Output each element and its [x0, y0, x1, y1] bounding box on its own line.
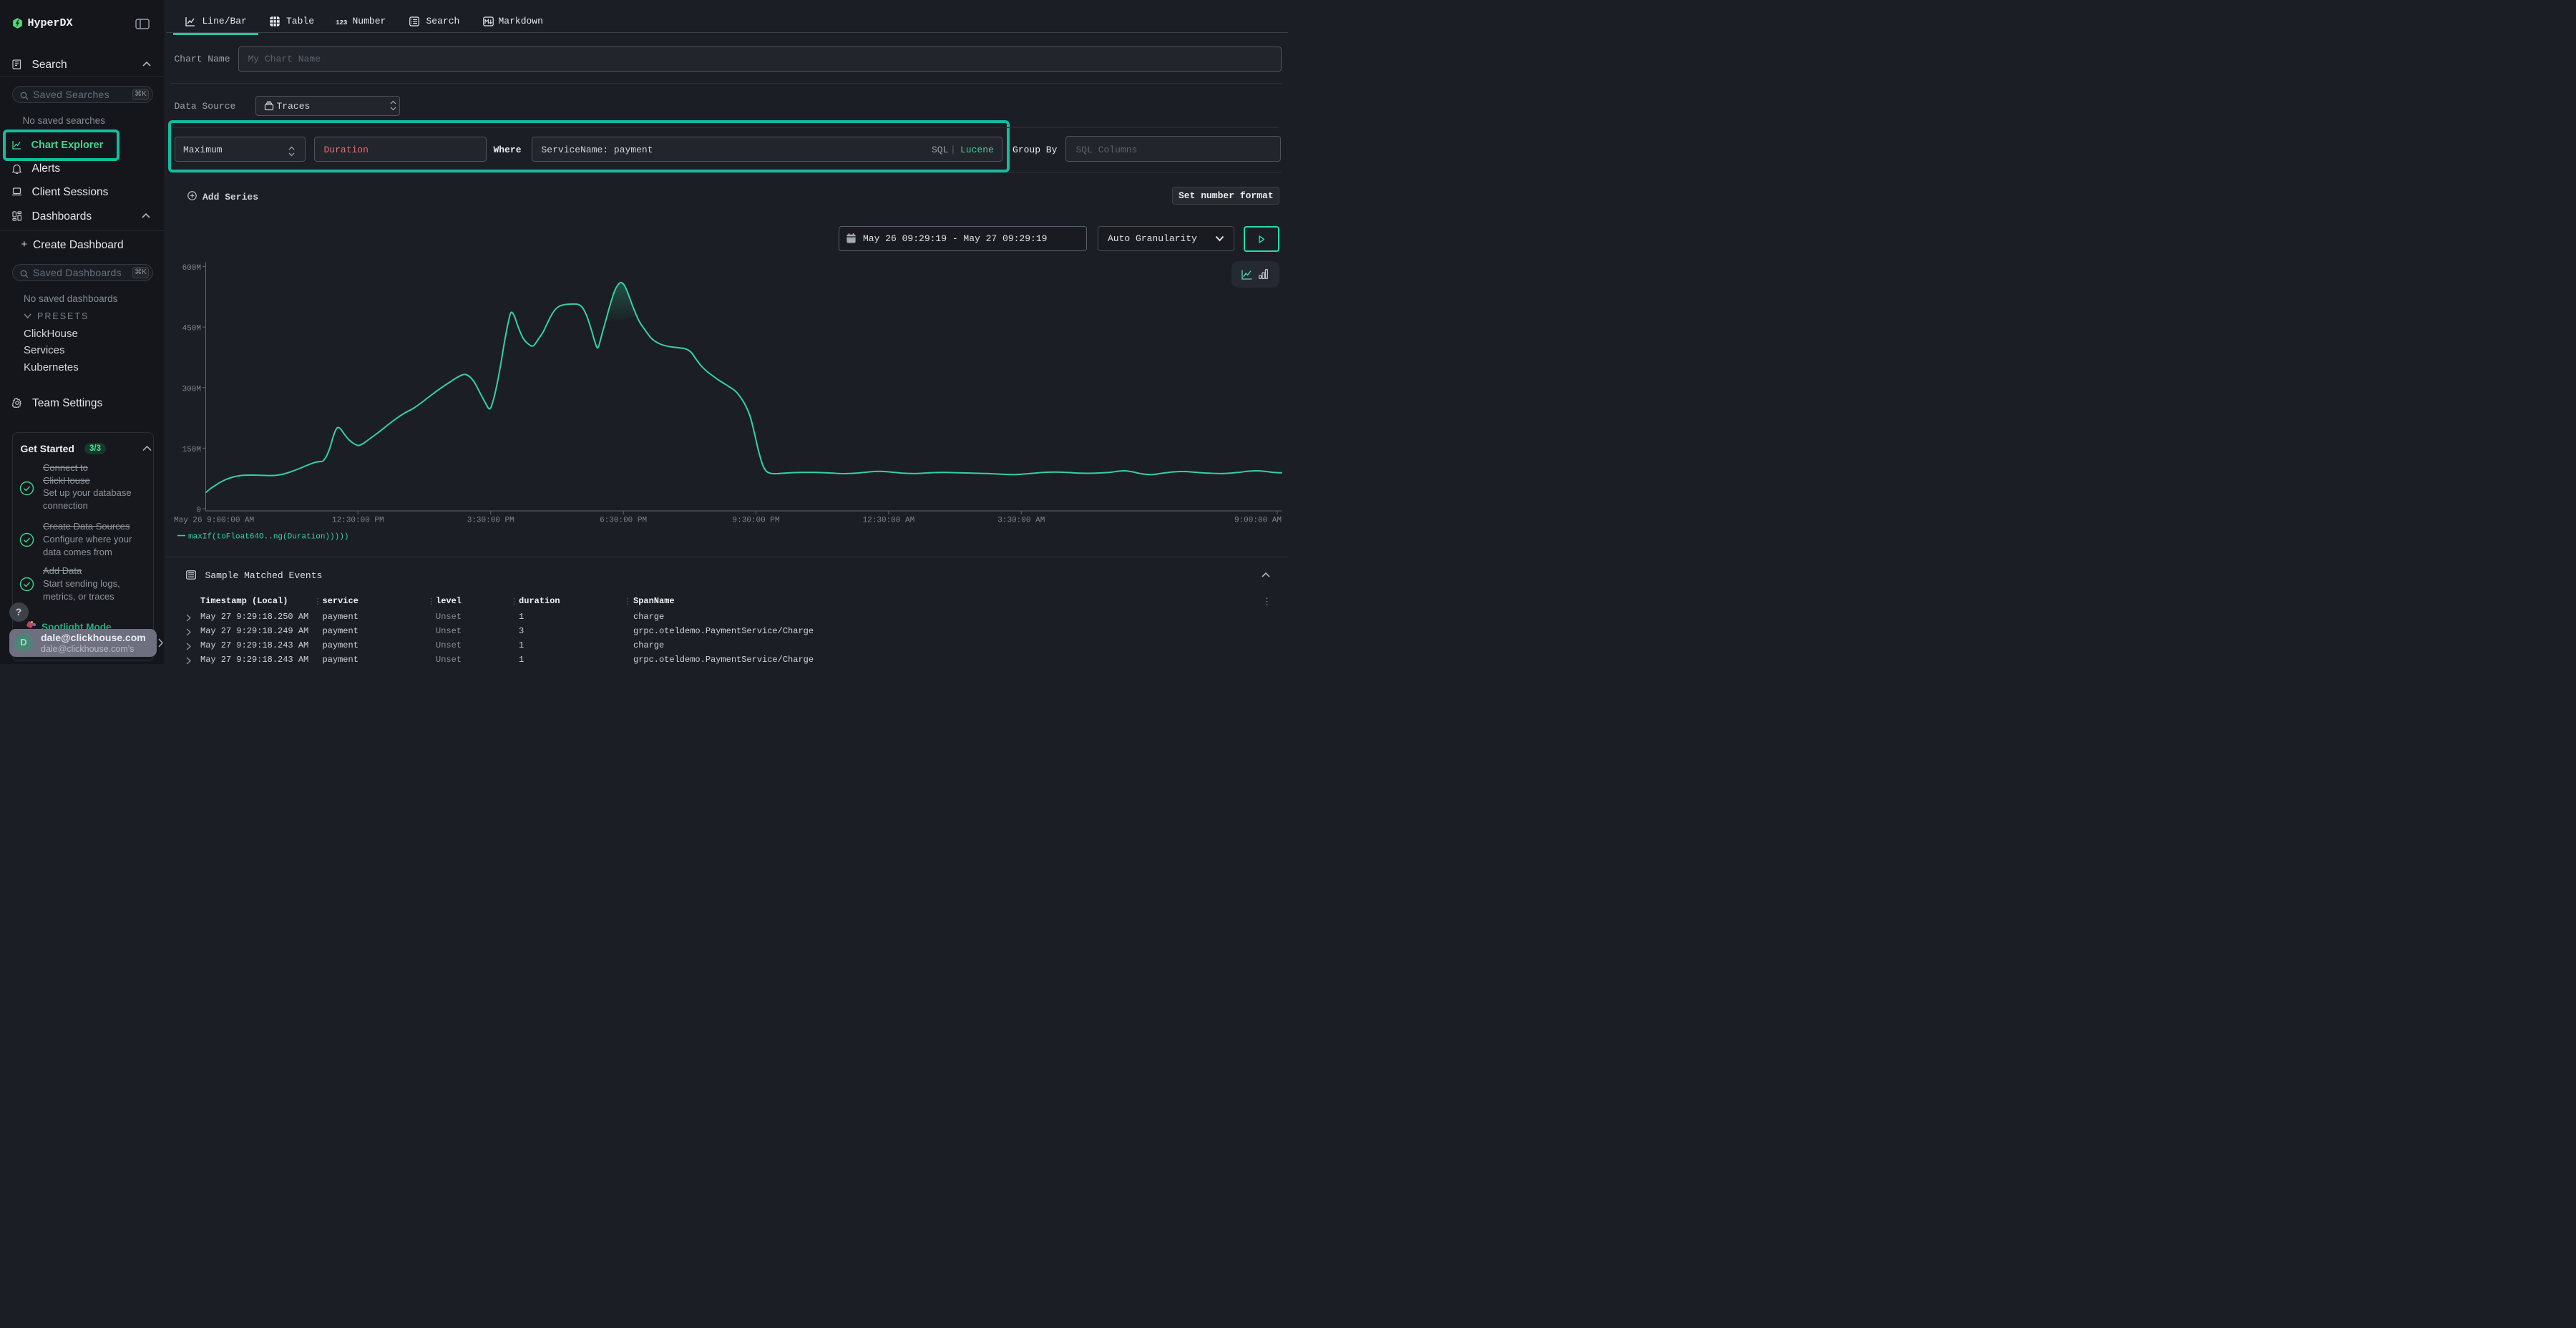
svg-text:May 26 9:00:00 AM: May 26 9:00:00 AM — [174, 517, 254, 525]
svg-text:450M: 450M — [182, 325, 201, 333]
svg-text:9:00:00 AM: 9:00:00 AM — [1234, 517, 1282, 525]
svg-text:3:30:00 PM: 3:30:00 PM — [467, 517, 514, 525]
svg-text:9:30:00 PM: 9:30:00 PM — [732, 517, 779, 525]
svg-text:12:30:00 AM: 12:30:00 AM — [863, 517, 915, 525]
svg-text:12:30:00 PM: 12:30:00 PM — [332, 517, 384, 525]
svg-text:0: 0 — [196, 507, 201, 515]
svg-text:maxIf(toFloat64O..ng(Duration): maxIf(toFloat64O..ng(Duration))))) — [188, 533, 348, 542]
svg-text:150M: 150M — [182, 446, 201, 454]
svg-text:3:30:00 AM: 3:30:00 AM — [997, 517, 1045, 525]
svg-text:6:30:00 PM: 6:30:00 PM — [600, 517, 647, 525]
svg-text:600M: 600M — [182, 264, 201, 273]
svg-text:300M: 300M — [182, 385, 201, 394]
